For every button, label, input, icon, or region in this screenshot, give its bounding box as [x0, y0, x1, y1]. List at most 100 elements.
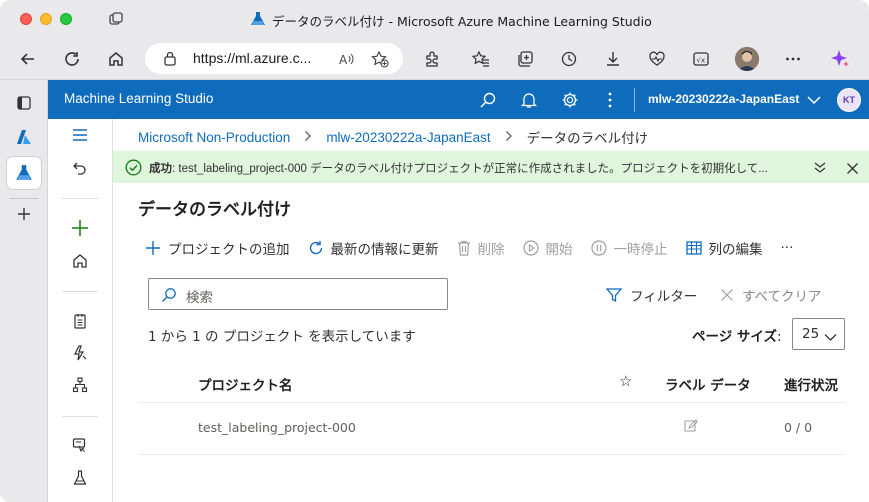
svg-text:√x: √x [697, 57, 706, 65]
clear-all-button[interactable]: すべてクリア [720, 285, 822, 305]
more-options-icon[interactable] [781, 47, 805, 71]
hamburger-menu-icon[interactable] [68, 123, 92, 147]
edit-columns-button[interactable]: 列の編集 [685, 238, 763, 258]
home-icon[interactable] [104, 47, 128, 71]
nav-rail [48, 119, 113, 502]
title-bar: データのラベル付け - Microsoft Azure Machine Lear… [0, 0, 869, 38]
tab-list-icon[interactable] [7, 87, 41, 119]
command-bar: プロジェクトの追加 最新の情報に更新 削除 開始 一時停止 列の編集 ··· [145, 237, 811, 259]
project-name-cell[interactable]: test_labeling_project-000 [198, 420, 356, 435]
page-size-value: 25 [802, 326, 820, 342]
filter-button[interactable]: フィルター [606, 285, 697, 305]
columns-icon [685, 241, 702, 255]
notifications-icon[interactable] [518, 89, 540, 111]
more-vertical-icon[interactable] [599, 89, 621, 111]
chevron-right-icon [505, 130, 513, 145]
progress-cell: 0 / 0 [784, 420, 813, 435]
read-aloud-icon[interactable]: A [339, 51, 355, 70]
automated-ml-icon[interactable] [68, 341, 92, 365]
window-title: データのラベル付け - Microsoft Azure Machine Lear… [250, 11, 652, 30]
clear-x-icon [721, 289, 733, 301]
collections-icon[interactable] [513, 47, 537, 71]
breadcrumb-workspace[interactable]: mlw-20230222a-JapanEast [326, 130, 490, 145]
address-bar[interactable]: https://ml.azure.c... A [145, 43, 403, 74]
minimize-window-button[interactable] [40, 13, 52, 25]
success-check-icon [125, 159, 142, 180]
history-icon[interactable] [557, 47, 581, 71]
add-project-button[interactable]: プロジェクトの追加 [145, 238, 290, 258]
header-divider [634, 88, 635, 112]
column-header-project-name[interactable]: プロジェクト名 [198, 374, 293, 394]
tab-actions-icon[interactable] [108, 11, 124, 27]
settings-gear-icon[interactable] [559, 89, 581, 111]
pause-icon [590, 240, 607, 256]
user-avatar[interactable]: KT [837, 88, 861, 112]
azure-tab-icon[interactable] [7, 121, 41, 153]
breadcrumb: Microsoft Non-Production mlw-20230222a-J… [138, 127, 648, 147]
start-button[interactable]: 開始 [522, 238, 573, 258]
page-title: データのラベル付け [138, 200, 291, 220]
search-placeholder: 検索 [186, 290, 213, 306]
browser-essentials-icon[interactable] [645, 47, 669, 71]
favorites-icon[interactable] [469, 47, 493, 71]
label-data-edit-icon[interactable] [684, 418, 699, 437]
add-favorite-icon[interactable] [371, 50, 389, 72]
pause-button[interactable]: 一時停止 [590, 238, 668, 258]
search-icon[interactable] [477, 89, 499, 111]
expand-banner-icon[interactable] [813, 160, 827, 179]
browser-sidebar [0, 80, 48, 502]
math-solver-icon[interactable]: √x [689, 47, 713, 71]
profile-avatar[interactable] [735, 47, 759, 71]
breadcrumb-directory[interactable]: Microsoft Non-Production [138, 130, 290, 145]
notebooks-icon[interactable] [68, 309, 92, 333]
play-icon [522, 240, 539, 256]
page-size-colon: : [777, 329, 782, 345]
reload-icon[interactable] [60, 47, 84, 71]
close-banner-icon[interactable] [846, 160, 859, 179]
chevron-right-icon [304, 130, 312, 145]
column-header-label-data[interactable]: ラベル データ [665, 374, 751, 394]
breadcrumb-current: データのラベル付け [526, 131, 649, 146]
search-input[interactable]: 検索 [148, 278, 448, 310]
results-count: 1 から 1 の プロジェクト を表示しています [148, 329, 416, 345]
create-new-icon[interactable] [68, 216, 92, 240]
back-navigation-icon[interactable] [68, 156, 92, 180]
banner-message: 成功: test_labeling_project-000 データのラベル付けプ… [149, 160, 768, 176]
azure-ml-tab-icon[interactable] [7, 157, 41, 189]
extensions-icon[interactable] [420, 47, 444, 71]
refresh-button[interactable]: 最新の情報に更新 [308, 238, 439, 258]
banner-message-text: : test_labeling_project-000 データのラベル付けプロジ… [172, 163, 768, 175]
success-banner: 成功: test_labeling_project-000 データのラベル付けプ… [113, 151, 869, 183]
lock-icon[interactable] [163, 51, 177, 70]
close-window-button[interactable] [20, 13, 32, 25]
delete-button[interactable]: 削除 [457, 238, 505, 258]
column-header-progress[interactable]: 進行状況 [784, 374, 838, 394]
experiments-flask-icon[interactable] [68, 466, 92, 490]
more-icon: ··· [780, 240, 794, 256]
url-text[interactable]: https://ml.azure.c... [193, 50, 311, 66]
designer-icon[interactable] [68, 373, 92, 397]
app-header: Machine Learning Studio mlw-20230222a-Ja… [48, 80, 869, 119]
chevron-down-icon [807, 96, 821, 105]
table-row[interactable]: test_labeling_project-000 0 / 0 [138, 403, 845, 455]
chevron-down-icon [824, 330, 837, 346]
copilot-icon[interactable] [828, 47, 852, 71]
page-size-dropdown[interactable]: 25 [792, 318, 845, 350]
new-tab-icon[interactable] [7, 198, 41, 230]
refresh-icon [309, 241, 322, 255]
table-header: プロジェクト名 ☆ ラベル データ 進行状況 [138, 363, 845, 403]
browser-window: データのラベル付け - Microsoft Azure Machine Lear… [0, 0, 869, 502]
column-header-favorite-star-icon[interactable]: ☆ [619, 372, 632, 390]
back-icon[interactable] [16, 47, 40, 71]
app-title[interactable]: Machine Learning Studio [64, 91, 213, 106]
banner-status: 成功 [149, 163, 172, 175]
data-labeling-icon[interactable] [68, 433, 92, 457]
svg-text:A: A [339, 53, 348, 66]
add-icon [146, 241, 160, 255]
rail-divider [62, 291, 98, 292]
downloads-icon[interactable] [601, 47, 625, 71]
workspace-selector[interactable]: mlw-20230222a-JapanEast [648, 92, 821, 106]
more-commands-button[interactable]: ··· [781, 240, 794, 256]
home-nav-icon[interactable] [68, 249, 92, 273]
maximize-window-button[interactable] [60, 13, 72, 25]
